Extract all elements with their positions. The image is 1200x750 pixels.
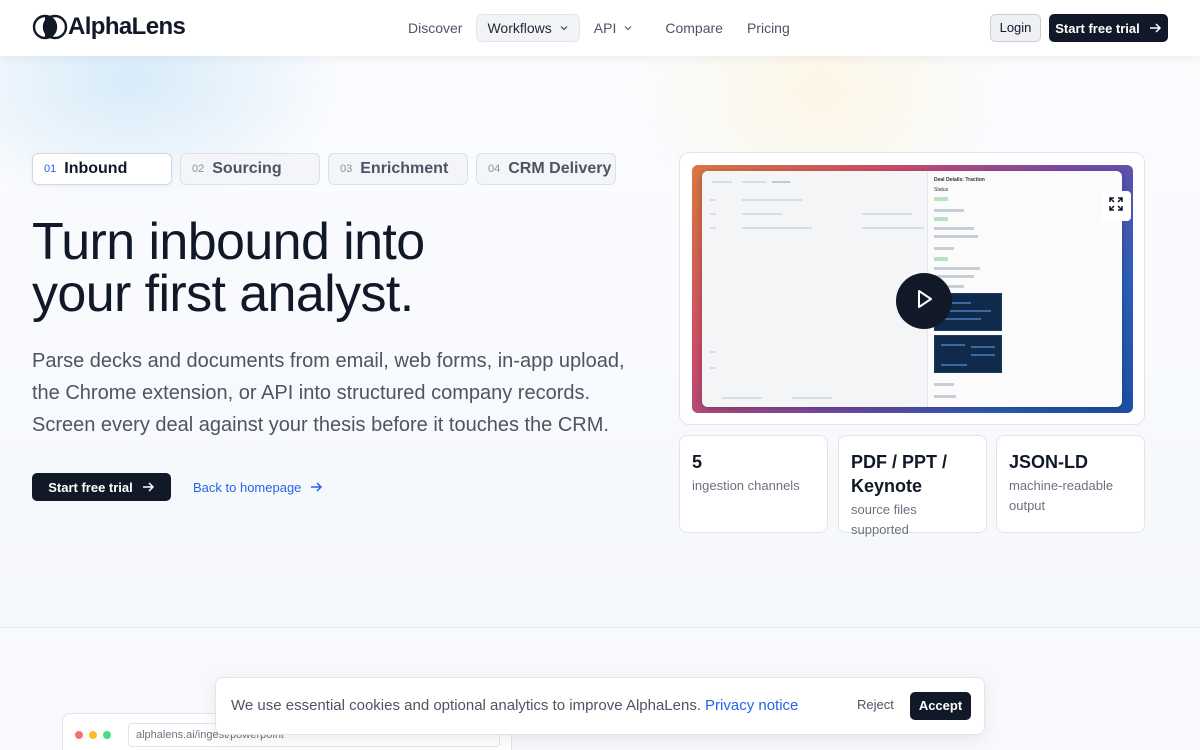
demo-video-card: Deal Details: Traction Status — [679, 152, 1145, 425]
stat-card-file-types: PDF / PPT / Keynote source files support… — [838, 435, 987, 537]
cookie-banner: We use essential cookies and optional an… — [215, 677, 985, 735]
nav-compare[interactable]: Compare — [655, 14, 733, 42]
nav-links: Discover Workflows API Compare Pricing — [398, 14, 804, 42]
stat-label: ingestion channels — [692, 478, 800, 493]
nav-compare-label: Compare — [665, 20, 723, 36]
demo-video[interactable]: Deal Details: Traction Status — [692, 165, 1133, 413]
nav-pricing[interactable]: Pricing — [737, 14, 800, 42]
step-number: 02 — [192, 163, 205, 175]
brand-logo[interactable]: AlphaLens — [32, 13, 186, 40]
cookie-message: We use essential cookies and optional an… — [231, 697, 798, 714]
tab-sourcing[interactable]: 02 Sourcing — [180, 153, 320, 185]
nav-discover-label: Discover — [408, 20, 463, 36]
chevron-down-icon — [623, 23, 633, 33]
top-navbar: AlphaLens Discover Workflows API Compare… — [0, 0, 1200, 56]
window-close-dot — [75, 731, 83, 739]
headline-line-2: your first analyst. — [32, 265, 414, 323]
step-label: CRM Delivery — [508, 160, 612, 177]
step-number: 03 — [340, 163, 353, 175]
arrow-right-icon — [309, 480, 323, 494]
back-link-label: Back to homepage — [193, 479, 302, 495]
headline-line-1: Turn inbound into — [32, 213, 425, 271]
workflow-step-tabs: 01 Inbound 02 Sourcing 03 Enrichment 04 … — [32, 153, 624, 185]
start-trial-button-hero[interactable]: Start free trial — [32, 473, 171, 501]
nav-api-label: API — [593, 20, 617, 36]
hero-subtext: Parse decks and documents from email, we… — [32, 350, 625, 436]
accept-button[interactable]: Accept — [910, 692, 971, 720]
logo-icon — [32, 14, 68, 40]
chevron-down-icon — [559, 23, 569, 33]
privacy-notice-link[interactable]: Privacy notice — [705, 697, 798, 714]
expand-icon — [1108, 196, 1124, 217]
stat-value: 5 — [692, 452, 703, 472]
step-number: 01 — [44, 163, 57, 175]
step-label: Enrichment — [360, 160, 449, 177]
back-to-homepage-link[interactable]: Back to homepage — [193, 473, 323, 501]
window-minimize-dot — [89, 731, 97, 739]
step-number: 04 — [488, 163, 501, 175]
stat-value: JSON-LD — [1009, 452, 1089, 472]
hero-cta-label: Start free trial — [48, 479, 133, 495]
login-button[interactable]: Login — [990, 14, 1041, 42]
step-label: Inbound — [64, 160, 128, 177]
panel-status-label: Status — [934, 187, 949, 193]
play-icon — [913, 288, 935, 315]
start-trial-button-nav[interactable]: Start free trial — [1049, 14, 1168, 42]
nav-workflows-label: Workflows — [487, 20, 552, 36]
tab-inbound[interactable]: 01 Inbound — [32, 153, 172, 185]
stat-label: machine-readable output — [1009, 478, 1114, 513]
start-trial-label: Start free trial — [1055, 20, 1140, 36]
nav-pricing-label: Pricing — [746, 20, 790, 36]
window-maximize-dot — [103, 731, 111, 739]
panel-title: Deal Details: Traction — [934, 177, 985, 183]
stat-card-output: JSON-LD machine-readable output — [996, 435, 1145, 533]
stat-card-channels: 5 ingestion channels — [679, 435, 828, 533]
tab-enrichment[interactable]: 03 Enrichment — [328, 153, 468, 185]
hero-headline: Turn inbound into your first analyst. — [32, 216, 592, 320]
nav-api[interactable]: API — [584, 14, 644, 42]
arrow-right-icon — [1148, 21, 1162, 35]
app-list-pane — [702, 171, 927, 407]
reject-button[interactable]: Reject — [857, 697, 894, 712]
fullscreen-button[interactable] — [1101, 191, 1131, 221]
nav-workflows[interactable]: Workflows — [476, 14, 580, 42]
brand-name: AlphaLens — [68, 13, 186, 40]
play-button[interactable] — [896, 273, 952, 329]
stat-value: PDF / PPT / Keynote — [851, 452, 948, 496]
step-label: Sourcing — [212, 160, 282, 177]
tab-crm-delivery[interactable]: 04 CRM Delivery — [476, 153, 616, 185]
cookie-text: We use essential cookies and optional an… — [231, 697, 702, 714]
stat-label: source files supported — [851, 502, 917, 537]
nav-discover[interactable]: Discover — [398, 14, 472, 42]
deal-details-pane: Deal Details: Traction Status — [927, 171, 1122, 407]
arrow-right-icon — [141, 480, 155, 494]
